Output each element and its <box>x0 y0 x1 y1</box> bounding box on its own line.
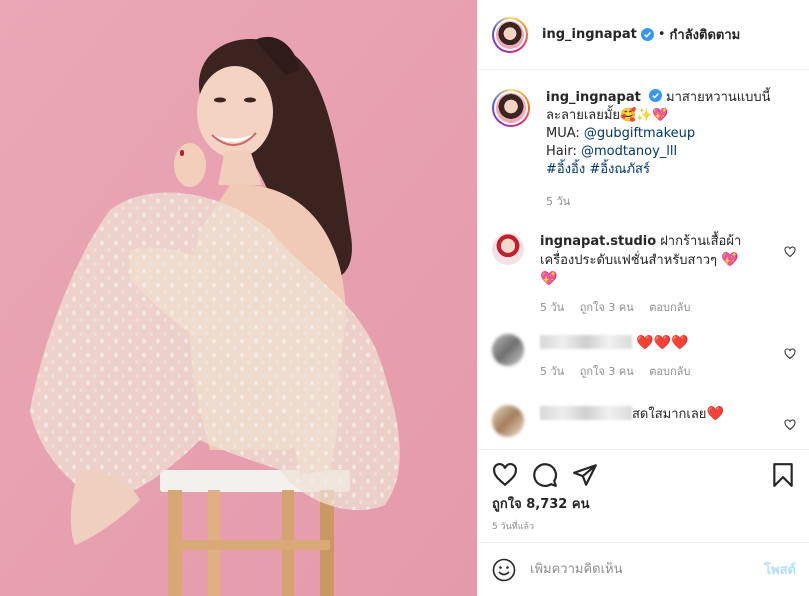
instagram-post: ing_ingnapat • กำลังติดตาม ing_ingnapat … <box>0 0 809 596</box>
mua-link[interactable]: @gubgiftmakeup <box>584 126 695 141</box>
comment-username[interactable]: ingnapat.studio <box>540 234 656 249</box>
comment-like-icon[interactable] <box>784 419 796 431</box>
caption-text-line1: มาสายหวานแบบนี้ <box>666 90 771 105</box>
blurred-username <box>540 406 632 420</box>
hair-label: Hair: <box>546 144 581 159</box>
post-header: ing_ingnapat • กำลังติดตาม <box>478 0 809 70</box>
following-button[interactable]: กำลังติดตาม <box>670 24 741 45</box>
post-panel: ing_ingnapat • กำลังติดตาม ing_ingnapat … <box>477 0 809 596</box>
comment-text: สดใสมากเลย <box>632 407 707 422</box>
comment-input[interactable] <box>530 562 765 577</box>
bookmark-icon[interactable] <box>770 462 796 488</box>
caption-avatar[interactable] <box>492 89 530 127</box>
commenter-avatar[interactable] <box>492 405 524 437</box>
verified-icon <box>640 28 654 41</box>
post-time[interactable]: 5 วันที่แล้ว <box>492 519 534 533</box>
comment-item: ingnapat.studio ฝากร้านเสื้อผ้า เครื่องปร… <box>492 233 796 317</box>
commenter-avatar[interactable] <box>492 334 524 366</box>
comment-like-icon[interactable] <box>784 246 796 258</box>
comment-icon[interactable] <box>532 462 558 488</box>
comment-emoji-2: 💖 <box>540 271 558 287</box>
comment-likes[interactable]: ถูกใจ 3 คน <box>580 365 634 378</box>
separator-dot: • <box>657 27 666 42</box>
comment-emoji: ❤️ <box>706 406 724 422</box>
post-image <box>0 0 477 596</box>
post-button[interactable]: โพสต์ <box>764 559 796 580</box>
hair-link[interactable]: @modtanoy_lll <box>581 144 677 159</box>
comment-time[interactable]: 5 วัน <box>540 365 564 378</box>
post-photo[interactable] <box>0 0 477 596</box>
add-comment-bar: โพสต์ <box>478 542 809 596</box>
caption-time[interactable]: 5 วัน <box>546 195 570 208</box>
comment-emoji: ❤️❤️❤️ <box>636 335 689 351</box>
caption-text-line2: ละลายเลยมั้ย <box>546 108 621 123</box>
mua-label: MUA: <box>546 126 584 141</box>
comment-item: ❤️❤️❤️ 5 วัน ถูกใจ 3 คน ตอบกลับ <box>492 334 796 381</box>
reply-button[interactable]: ตอบกลับ <box>649 301 690 314</box>
caption-username[interactable]: ing_ingnapat <box>546 90 641 105</box>
commenter-avatar[interactable] <box>492 233 524 265</box>
comment-item: สดใสมากเลย❤️ <box>492 405 796 437</box>
caption-verified-icon <box>648 89 662 102</box>
avatar[interactable] <box>492 16 528 53</box>
blurred-username <box>540 335 632 349</box>
hashtags[interactable]: #อิ้งอิ้ง #อิ้งณภัสร์ <box>546 161 776 179</box>
emoji-icon[interactable] <box>492 558 516 582</box>
comment-likes[interactable]: ถูกใจ 3 คน <box>580 301 634 314</box>
heart-icon[interactable] <box>492 462 518 488</box>
comment-emoji: 💖 <box>721 252 739 268</box>
likes-count[interactable]: ถูกใจ 8,732 คน <box>492 493 589 514</box>
caption: ing_ingnapat มาสายหวานแบบนี้ ละลายเลยมั้… <box>492 89 796 211</box>
header-username[interactable]: ing_ingnapat <box>542 27 637 42</box>
comment-like-icon[interactable] <box>784 348 796 360</box>
comments-section[interactable]: ing_ingnapat มาสายหวานแบบนี้ ละลายเลยมั้… <box>478 71 809 448</box>
share-icon[interactable] <box>572 462 598 488</box>
comment-time[interactable]: 5 วัน <box>540 301 564 314</box>
reply-button[interactable]: ตอบกลับ <box>649 365 690 378</box>
caption-emojis: 🥰✨💖 <box>620 108 669 123</box>
